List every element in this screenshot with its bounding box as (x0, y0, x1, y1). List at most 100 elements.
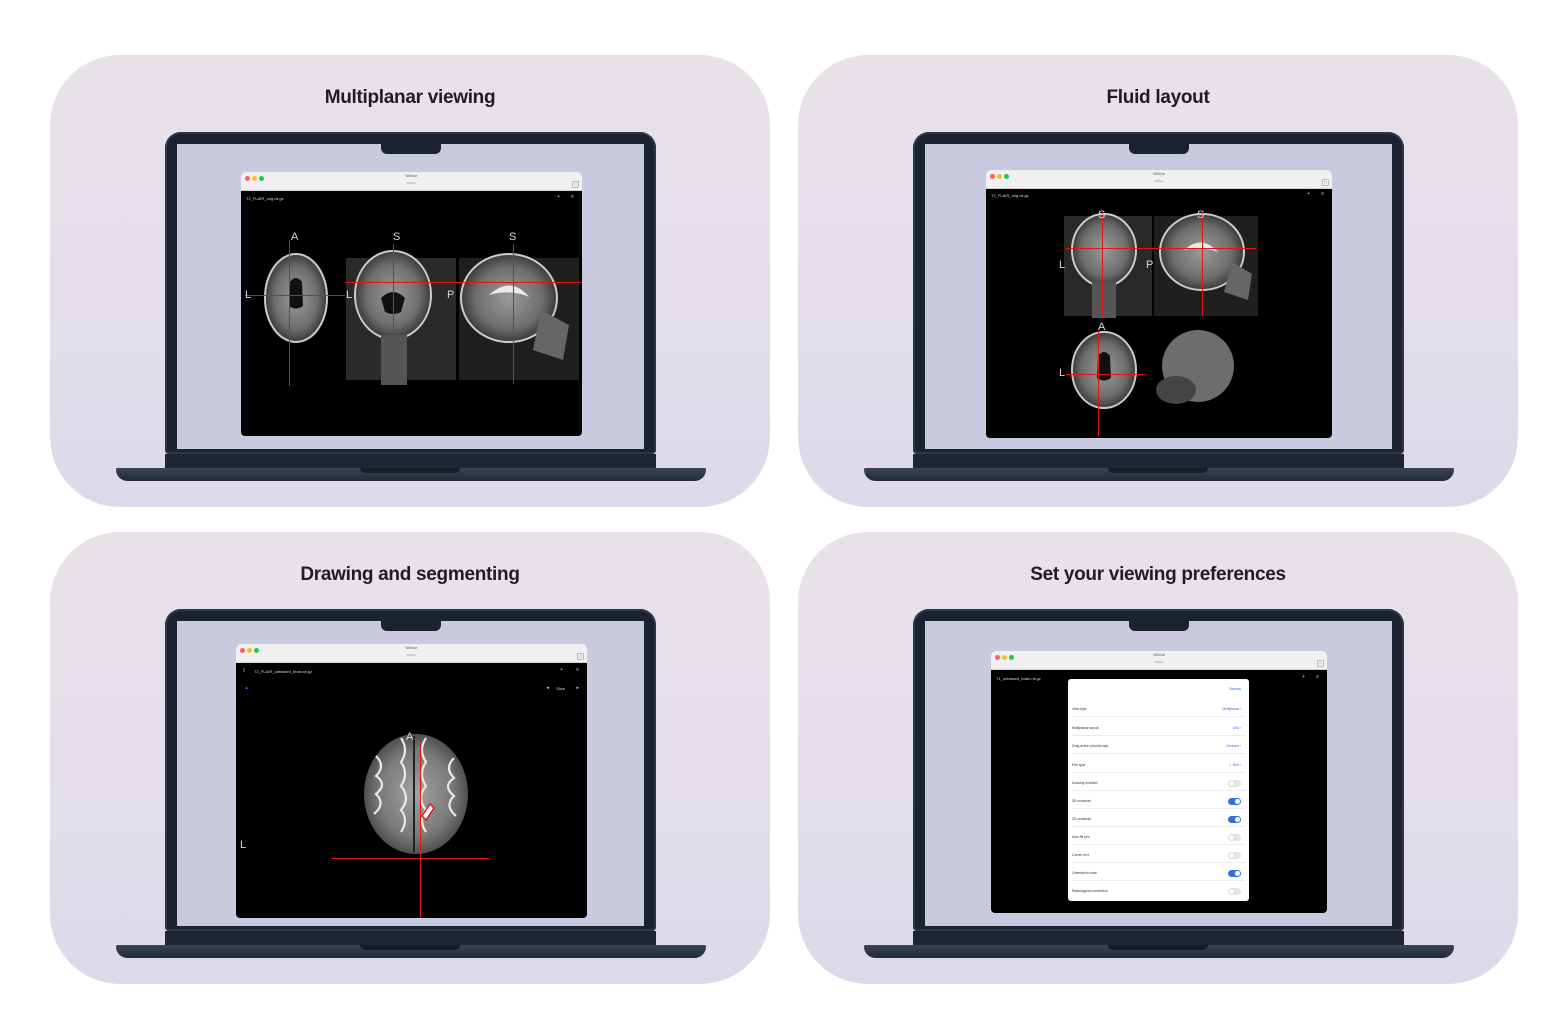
setting-corner-text: Corner text (1072, 851, 1245, 861)
setting-3d-crosshair: 3D crosshair (1072, 797, 1245, 807)
orientation-label: S (1197, 209, 1205, 221)
card-drawing: Drawing and segmenting NiiVue NiiVue ▢ ⇧… (50, 532, 770, 984)
crosshair-vertical (1102, 212, 1103, 316)
crosshair-horizontal (1066, 248, 1256, 249)
crosshair-horizontal (1066, 374, 1146, 375)
slice-prev-icon[interactable]: ◂ (546, 685, 549, 691)
divider (1072, 880, 1245, 881)
setting-pen-type[interactable]: Pen type ✓ Red › (1072, 761, 1245, 771)
orientation-label: A (1098, 321, 1106, 333)
laptop-base-notch (360, 468, 460, 473)
setting-value[interactable]: Multiplanar › (1222, 707, 1241, 711)
crosshair-vertical (1098, 332, 1099, 436)
setting-label: View type (1072, 707, 1087, 711)
sidebar-icon[interactable]: ▢ (577, 653, 584, 660)
camera-notch (1129, 144, 1189, 154)
setting-drawing-enabled: Drawing enabled (1072, 779, 1245, 789)
file-name: T2_FLAIR_unbiased_brain.nii.gz (254, 669, 313, 674)
sidebar-icon[interactable]: ▢ (1322, 179, 1329, 186)
setting-label: Auto fill pen (1072, 835, 1090, 839)
setting-label: Drag action (double tap) (1072, 744, 1109, 748)
orientation-label: L (346, 289, 353, 301)
add-icon[interactable]: + (560, 667, 563, 673)
setting-value[interactable]: ✓ Red › (1229, 763, 1241, 767)
laptop-base-notch (1108, 945, 1208, 950)
laptop-hinge (913, 931, 1404, 945)
crosshair-vertical (513, 244, 514, 384)
sidebar-icon[interactable]: ▢ (1317, 660, 1324, 667)
laptop-hinge (165, 454, 656, 468)
setting-view-type[interactable]: View type Multiplanar › (1072, 705, 1245, 715)
laptop: NiiVue NiiVue ▢ T1_unbiased_brain.nii.gz… (798, 532, 1518, 984)
divider (1072, 862, 1245, 863)
toggle-switch[interactable] (1228, 888, 1241, 895)
add-icon[interactable]: + (557, 194, 560, 200)
file-name: T2_FLAIR_orig.nii.gz (991, 193, 1029, 198)
file-name: T2_FLAIR_orig.nii.gz (246, 196, 284, 201)
window-subtitle: NiiVue (1154, 660, 1164, 664)
setting-label: 2D crosshair (1072, 817, 1092, 821)
pen-icon[interactable]: ▲ (244, 685, 249, 691)
share-icon[interactable]: ⇧ (242, 668, 246, 674)
divider (1072, 772, 1245, 773)
slice-label: Slice (556, 686, 565, 691)
orientation-label: P (1146, 259, 1154, 271)
window-title: NiiVue (1153, 652, 1165, 657)
window-subtitle: NiiVue (1154, 179, 1164, 183)
laptop-screen: NiiVue NiiVue ▢ T2_FLAIR_orig.nii.gz + ≡ (177, 144, 644, 449)
laptop-hinge (913, 454, 1404, 468)
settings-icon[interactable]: ≡ (571, 194, 574, 200)
setting-auto-fill-pen: Auto fill pen (1072, 833, 1245, 843)
multiplanar-views[interactable] (241, 240, 582, 400)
fluid-views[interactable] (986, 206, 1332, 436)
setting-value[interactable]: Grid › (1233, 726, 1241, 730)
settings-icon[interactable]: ≡ (1321, 191, 1324, 197)
toggle-switch[interactable] (1228, 780, 1241, 787)
setting-multiplanar-layout[interactable]: Multiplanar layout Grid › (1072, 724, 1245, 734)
orientation-label: L (1059, 259, 1066, 271)
setting-drag-action[interactable]: Drag action (double tap) Contrast › (1072, 742, 1245, 752)
orientation-label: S (393, 231, 401, 243)
settings-icon[interactable]: ≡ (1316, 674, 1319, 680)
toggle-switch[interactable] (1228, 852, 1241, 859)
add-icon[interactable]: + (1307, 191, 1310, 197)
setting-label: 3D crosshair (1072, 799, 1092, 803)
sidebar-icon[interactable]: ▢ (572, 181, 579, 188)
setting-label: Radiological convention (1072, 889, 1108, 893)
setting-label: Drawing enabled (1072, 781, 1098, 785)
divider (1072, 790, 1245, 791)
title-bar: NiiVue NiiVue ▢ (236, 644, 587, 663)
laptop-lid: NiiVue NiiVue ▢ T2_FLAIR_orig.nii.gz + ≡ (165, 132, 656, 454)
title-bar: NiiVue NiiVue ▢ (241, 172, 582, 191)
card-preferences: Set your viewing preferences NiiVue NiiV… (798, 532, 1518, 984)
divider (1072, 735, 1245, 736)
toggle-switch[interactable] (1228, 816, 1241, 823)
coronal-slice (1071, 213, 1137, 287)
divider (1072, 753, 1245, 754)
orientation-label: A (291, 231, 299, 243)
dismiss-button[interactable]: Dismiss (1229, 687, 1241, 691)
laptop-base-notch (360, 945, 460, 950)
settings-icon[interactable]: ≡ (576, 667, 579, 673)
add-icon[interactable]: + (1302, 674, 1305, 680)
orientation-label: A (406, 731, 414, 743)
slice-next-icon[interactable]: ▸ (576, 685, 579, 691)
laptop-hinge (165, 931, 656, 945)
toggle-switch[interactable] (1228, 870, 1241, 877)
title-bar: NiiVue NiiVue ▢ (986, 170, 1332, 189)
laptop-lid: NiiVue NiiVue ▢ ⇧ T2_FLAIR_unbiased_brai… (165, 609, 656, 931)
dismiss-row: Dismiss (1072, 685, 1245, 695)
settings-sheet: Dismiss View type Multiplanar › Multipla… (1068, 679, 1249, 901)
toggle-switch[interactable] (1228, 798, 1241, 805)
file-name: T1_unbiased_brain.nii.gz (996, 676, 1041, 681)
orientation-label: L (240, 839, 247, 851)
axial-view[interactable] (356, 726, 476, 866)
laptop-screen: NiiVue NiiVue ▢ T2_FLAIR_orig.nii.gz + ≡ (925, 144, 1392, 449)
window-subtitle: NiiVue (407, 653, 416, 657)
crosshair-horizontal (345, 282, 581, 283)
window-title: NiiVue (405, 645, 418, 650)
setting-value[interactable]: Contrast › (1226, 744, 1241, 748)
divider (1072, 844, 1245, 845)
toggle-switch[interactable] (1228, 834, 1241, 841)
setting-label: Orientation cube (1072, 871, 1097, 875)
